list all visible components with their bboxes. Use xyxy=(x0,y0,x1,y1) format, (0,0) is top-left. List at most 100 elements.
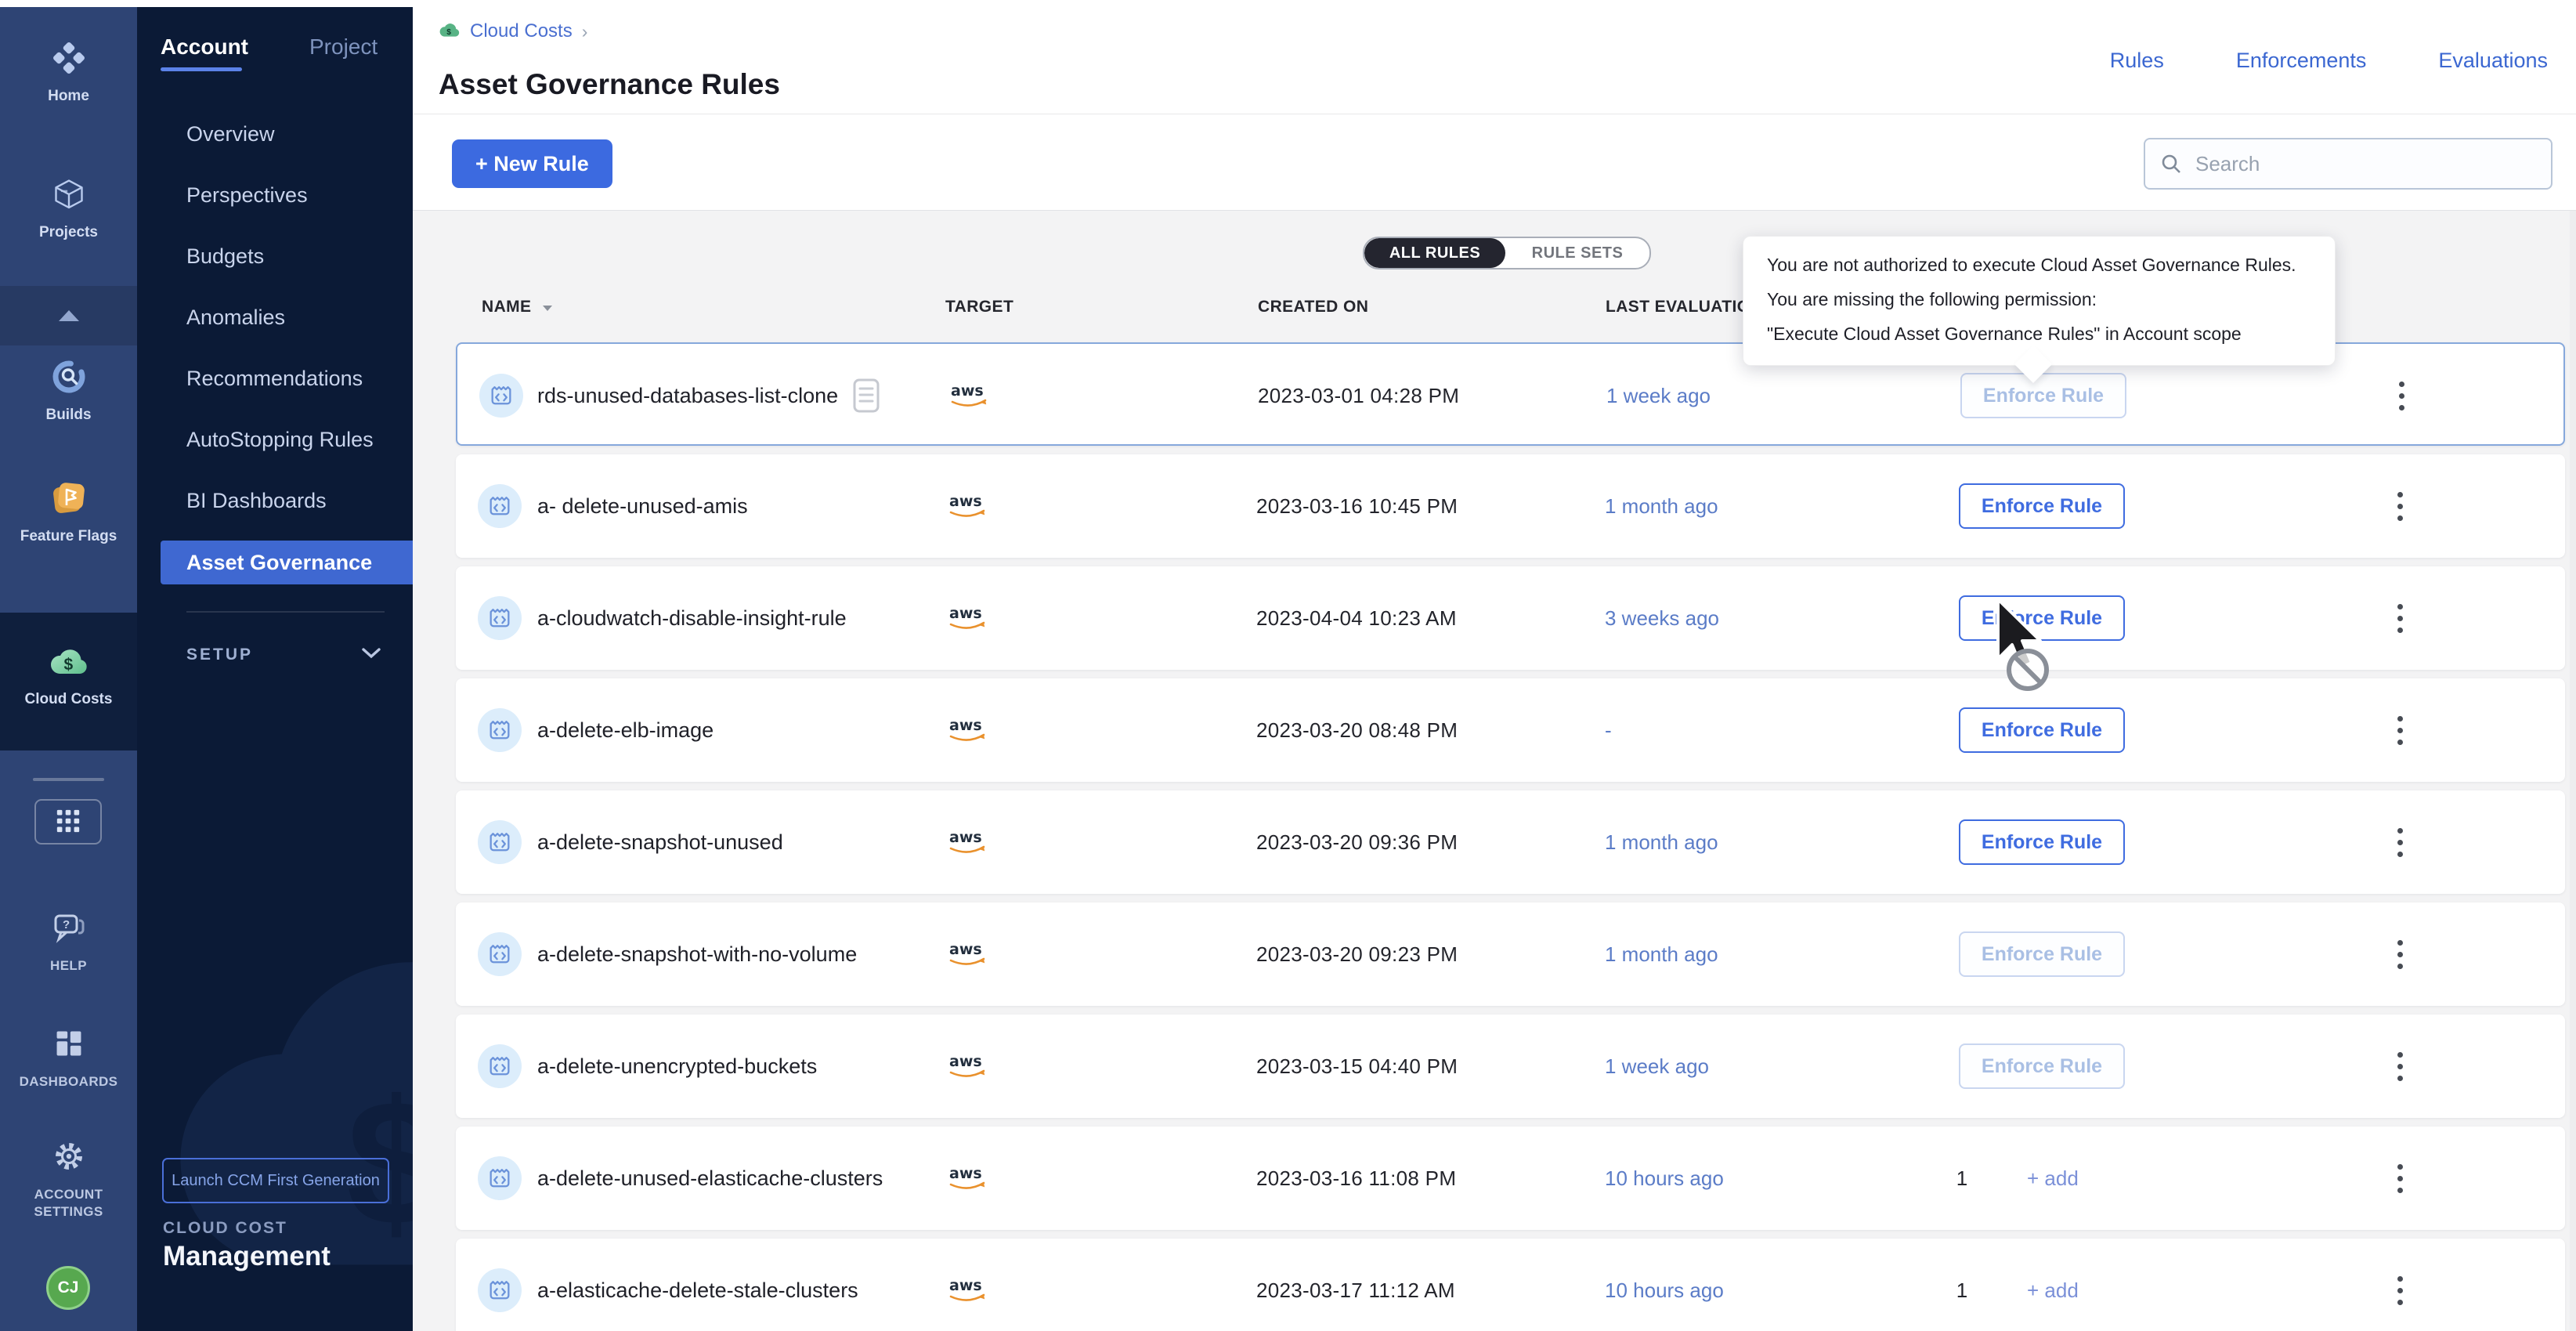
new-rule-button[interactable]: + New Rule xyxy=(452,139,612,188)
sidebar-item-asset-governance[interactable]: Asset Governance xyxy=(161,541,413,584)
last-evaluation-value: 1 month ago xyxy=(1605,790,1718,894)
enforce-rule-button[interactable]: Enforce Rule xyxy=(1959,707,2125,753)
copy-icon[interactable] xyxy=(852,378,882,414)
sidebar-item-recommendations[interactable]: Recommendations xyxy=(161,356,413,400)
column-header-name[interactable]: NAME xyxy=(482,298,553,316)
rule-name: a-delete-unencrypted-buckets xyxy=(537,1015,817,1118)
cloud-costs-sidebar: $ Account Project OverviewPerspectivesBu… xyxy=(137,0,413,1331)
aws-logo-icon: aws xyxy=(948,1276,990,1308)
row-menu-button[interactable] xyxy=(2384,1127,2415,1230)
last-evaluation-value: 1 week ago xyxy=(1605,1015,1709,1118)
table-row[interactable]: a- delete-unused-amis aws 2023-03-16 10:… xyxy=(456,454,2565,558)
last-evaluation-value: 1 week ago xyxy=(1606,344,1711,447)
svg-text:aws: aws xyxy=(949,717,982,734)
rail-item-account-settings[interactable]: ACCOUNT SETTINGS xyxy=(0,1136,137,1221)
enforce-rule-button[interactable]: Enforce Rule xyxy=(1959,483,2125,529)
gear-icon xyxy=(0,1136,137,1177)
rule-icon xyxy=(478,484,522,528)
enforce-rule-button[interactable]: Enforce Rule xyxy=(1959,595,2125,641)
sidebar-item-budgets[interactable]: Budgets xyxy=(161,234,413,278)
rail-item-builds[interactable]: Builds xyxy=(0,356,137,424)
app-window: Home Projects Builds Feature Flags $ Clo… xyxy=(0,0,2576,1331)
created-on-value: 2023-03-15 04:40 PM xyxy=(1256,1015,1458,1118)
table-row[interactable]: a-delete-unused-elasticache-clusters aws… xyxy=(456,1127,2565,1230)
rule-icon xyxy=(478,820,522,864)
cube-icon xyxy=(0,174,137,215)
user-avatar[interactable]: CJ xyxy=(46,1266,90,1310)
row-menu-button[interactable] xyxy=(2384,678,2415,782)
table-row[interactable]: a-delete-snapshot-unused aws 2023-03-20 … xyxy=(456,790,2565,894)
rule-icon xyxy=(478,1156,522,1200)
setup-section-toggle[interactable]: SETUP xyxy=(186,633,381,677)
row-menu-button[interactable] xyxy=(2386,344,2417,447)
rail-item-projects[interactable]: Projects xyxy=(0,174,137,241)
main-panel: $ Cloud Costs › Asset Governance Rules R… xyxy=(413,0,2576,1331)
rule-icon xyxy=(478,596,522,640)
breadcrumb-cloud-costs[interactable]: Cloud Costs xyxy=(470,20,573,42)
last-evaluation-value: 3 weeks ago xyxy=(1605,566,1719,670)
created-on-value: 2023-03-17 11:12 AM xyxy=(1256,1239,1455,1331)
row-menu-button[interactable] xyxy=(2384,790,2415,894)
sidebar-item-overview[interactable]: Overview xyxy=(161,112,413,156)
add-enforcement-link[interactable]: + add xyxy=(2027,1127,2079,1230)
row-menu-button[interactable] xyxy=(2384,454,2415,558)
created-on-value: 2023-03-01 04:28 PM xyxy=(1258,344,1459,447)
breadcrumb-separator: › xyxy=(582,21,588,42)
created-on-value: 2023-04-04 10:23 AM xyxy=(1256,566,1457,670)
brand-eyebrow: CLOUD COST xyxy=(163,1219,287,1238)
table-row[interactable]: a-delete-snapshot-with-no-volume aws 202… xyxy=(456,902,2565,1006)
aws-logo-icon: aws xyxy=(948,828,990,860)
enforcement-count: 1 xyxy=(1944,1127,1980,1230)
table-row[interactable]: a-cloudwatch-disable-insight-rule aws 20… xyxy=(456,566,2565,670)
launch-ccm-first-gen-button[interactable]: Launch CCM First Generation xyxy=(162,1158,389,1203)
created-on-value: 2023-03-20 09:23 PM xyxy=(1256,902,1458,1006)
last-evaluation-value: - xyxy=(1605,678,1612,782)
add-enforcement-link[interactable]: + add xyxy=(2027,1239,2079,1331)
last-evaluation-value: 10 hours ago xyxy=(1605,1127,1724,1230)
row-menu-button[interactable] xyxy=(2384,1239,2415,1331)
enforce-rule-button[interactable]: Enforce Rule xyxy=(1959,1043,2125,1089)
sidebar-item-autostopping-rules[interactable]: AutoStopping Rules xyxy=(161,418,413,461)
triangle-up-icon xyxy=(58,309,80,322)
rule-name: a-cloudwatch-disable-insight-rule xyxy=(537,566,847,670)
created-on-value: 2023-03-16 11:08 PM xyxy=(1256,1127,1456,1230)
scrollbar-track[interactable] xyxy=(2570,211,2576,1331)
rules-table: rds-unused-databases-list-clone aws 2023… xyxy=(456,342,2565,1331)
avatar-initials: CJ xyxy=(58,1279,79,1297)
row-menu-button[interactable] xyxy=(2384,902,2415,1006)
enforce-rule-button[interactable]: Enforce Rule xyxy=(1960,373,2126,418)
rail-item-cloud-costs[interactable]: $ Cloud Costs xyxy=(0,641,137,708)
rule-icon xyxy=(478,1268,522,1312)
rail-scroll-up[interactable] xyxy=(0,286,137,345)
rail-item-feature-flags[interactable]: Feature Flags xyxy=(0,478,137,545)
header-link-rules[interactable]: Rules xyxy=(2110,49,2164,73)
created-on-value: 2023-03-20 09:36 PM xyxy=(1256,790,1458,894)
header-link-enforcements[interactable]: Enforcements xyxy=(2236,49,2367,73)
sidebar-item-perspectives[interactable]: Perspectives xyxy=(161,173,413,217)
rail-item-help[interactable]: ? HELP xyxy=(0,907,137,975)
enforce-rule-button[interactable]: Enforce Rule xyxy=(1959,931,2125,977)
module-launcher-button[interactable] xyxy=(34,799,102,845)
last-evaluation-value: 10 hours ago xyxy=(1605,1239,1724,1331)
rail-item-dashboards[interactable]: DASHBOARDS xyxy=(0,1023,137,1090)
toggle-rule-sets[interactable]: RULE SETS xyxy=(1505,238,1649,268)
rail-item-home[interactable]: Home xyxy=(0,38,137,105)
enforcement-count: 1 xyxy=(1944,1239,1980,1331)
table-row[interactable]: a-delete-unencrypted-buckets aws 2023-03… xyxy=(456,1015,2565,1118)
row-menu-button[interactable] xyxy=(2384,1015,2415,1118)
created-on-value: 2023-03-20 08:48 PM xyxy=(1256,678,1458,782)
table-row[interactable]: a-elasticache-delete-stale-clusters aws … xyxy=(456,1239,2565,1331)
header-link-evaluations[interactable]: Evaluations xyxy=(2438,49,2548,73)
row-menu-button[interactable] xyxy=(2384,566,2415,670)
rule-name: a-delete-unused-elasticache-clusters xyxy=(537,1127,883,1230)
toggle-all-rules[interactable]: ALL RULES xyxy=(1364,238,1505,268)
chevron-down-icon xyxy=(361,647,381,664)
svg-text:aws: aws xyxy=(949,829,982,846)
home-icon xyxy=(0,38,137,78)
column-header-created-on: CREATED ON xyxy=(1258,298,1368,316)
sidebar-item-anomalies[interactable]: Anomalies xyxy=(161,295,413,339)
sidebar-item-bi-dashboards[interactable]: BI Dashboards xyxy=(161,479,413,523)
table-row[interactable]: a-delete-elb-image aws 2023-03-20 08:48 … xyxy=(456,678,2565,782)
enforce-rule-button[interactable]: Enforce Rule xyxy=(1959,819,2125,865)
search-input[interactable] xyxy=(2144,138,2553,190)
